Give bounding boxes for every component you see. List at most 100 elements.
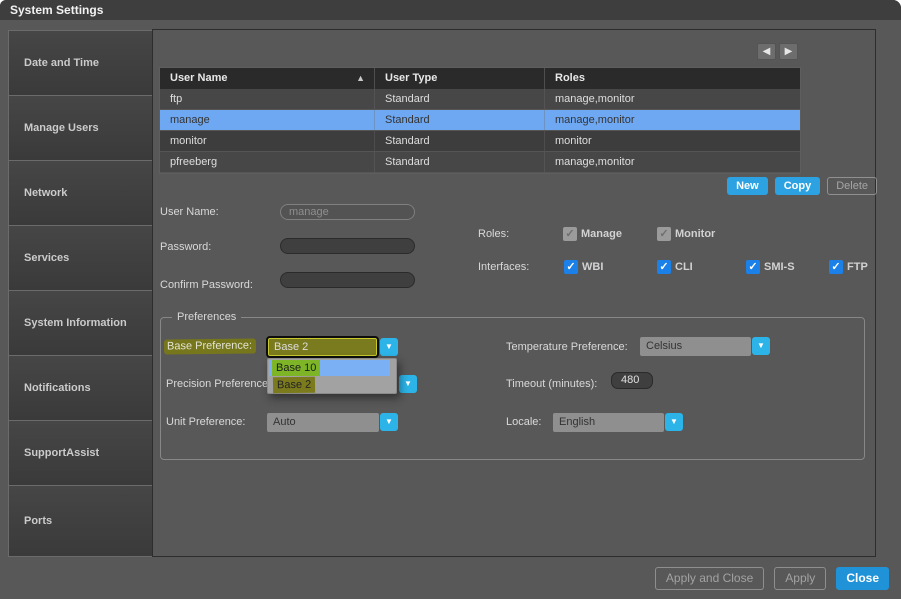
cli-checkbox-label: CLI (675, 261, 693, 273)
user-name-field (280, 204, 415, 220)
monitor-checkbox-label: Monitor (675, 228, 715, 240)
combobox-value: Base 2 (274, 341, 308, 353)
dialog-title: System Settings (10, 3, 103, 17)
dialog-footer: Apply and Close Apply Close (560, 567, 889, 590)
password-field[interactable] (280, 238, 415, 254)
table-row-pfreeberg[interactable]: pfreeberg Standard manage,monitor (160, 152, 800, 173)
preferences-legend: Preferences (172, 311, 241, 323)
screen: System Settings Date and Time Manage Use… (0, 0, 901, 599)
right-arrow-icon: ▶ (785, 46, 793, 57)
manage-checkbox-label: Manage (581, 228, 622, 240)
unit-preference-combobox[interactable]: Auto (267, 413, 379, 432)
table-row-ftp[interactable]: ftp Standard manage,monitor (160, 89, 800, 110)
copy-button[interactable]: Copy (775, 177, 821, 195)
timeout-label: Timeout (minutes): (506, 378, 597, 390)
system-settings-dialog: System Settings Date and Time Manage Use… (0, 0, 901, 599)
sidebar-item-label: Date and Time (24, 57, 99, 69)
confirm-password-field[interactable] (280, 272, 415, 288)
wbi-checkbox-label: WBI (582, 261, 603, 273)
delete-button: Delete (827, 177, 877, 195)
combobox-value: Auto (273, 416, 296, 428)
table-row-manage-selected[interactable]: manage Standard manage,monitor (160, 110, 800, 131)
check-icon: ✓ (565, 228, 574, 240)
combobox-value: English (559, 416, 595, 428)
column-header-user-name[interactable]: User Name ▲ (160, 68, 375, 89)
smi-s-checkbox[interactable]: ✓ (746, 260, 760, 274)
sidebar-item-supportassist[interactable]: SupportAssist (8, 420, 153, 486)
sidebar-item-label: Ports (24, 515, 52, 527)
smi-s-checkbox-label: SMI-S (764, 261, 795, 273)
highlighter-annotation: Base 2 (273, 377, 315, 394)
sidebar-item-network[interactable]: Network (8, 160, 153, 226)
cell-user-name: pfreeberg (160, 152, 375, 172)
highlighter-annotation: Base Preference: (164, 339, 256, 355)
sidebar-item-system-information[interactable]: System Information (8, 290, 153, 356)
sidebar-item-label: Notifications (24, 382, 91, 394)
users-table-header: User Name ▲ User Type Roles (160, 68, 800, 89)
check-icon: ✓ (566, 261, 575, 273)
chevron-down-icon: ▼ (757, 341, 765, 350)
locale-label: Locale: (506, 416, 541, 428)
locale-combobox[interactable]: English (553, 413, 664, 432)
users-table: User Name ▲ User Type Roles ftp Standard… (160, 68, 800, 173)
combobox-value: Celsius (646, 340, 682, 352)
check-icon: ✓ (659, 261, 668, 273)
sidebar-item-manage-users[interactable]: Manage Users (8, 95, 153, 161)
cell-user-name: manage (160, 110, 375, 130)
manage-checkbox: ✓ (563, 227, 577, 241)
precision-dropdown-button[interactable]: ▼ (399, 375, 417, 393)
cell-user-type: Standard (375, 89, 545, 109)
cli-checkbox[interactable]: ✓ (657, 260, 671, 274)
interfaces-label: Interfaces: (478, 261, 529, 273)
password-label: Password: (160, 241, 211, 253)
ftp-checkbox[interactable]: ✓ (829, 260, 843, 274)
chevron-down-icon: ▼ (404, 379, 412, 388)
column-header-label: User Type (385, 72, 437, 84)
cell-roles: manage,monitor (545, 89, 800, 109)
new-button[interactable]: New (727, 177, 768, 195)
sidebar-item-label: Manage Users (24, 122, 99, 134)
cell-roles: manage,monitor (545, 152, 800, 172)
highlighter-annotation: Base 10 (272, 360, 320, 376)
confirm-password-label: Confirm Password: (160, 279, 253, 291)
temperature-dropdown-button[interactable]: ▼ (752, 337, 770, 355)
dropdown-option-base-10[interactable]: Base 10 (269, 360, 390, 376)
close-button[interactable]: Close (836, 567, 889, 590)
unit-dropdown-button[interactable]: ▼ (380, 413, 398, 431)
sidebar-item-ports[interactable]: Ports (8, 485, 153, 557)
user-actions-toolbar: New Copy Delete (620, 177, 877, 195)
cell-user-type: Standard (375, 152, 545, 172)
check-icon: ✓ (659, 228, 668, 240)
sidebar-item-notifications[interactable]: Notifications (8, 355, 153, 421)
user-name-label: User Name: (160, 206, 219, 218)
apply-and-close-button: Apply and Close (655, 567, 764, 590)
column-header-roles[interactable]: Roles (545, 68, 800, 89)
cell-user-name: ftp (160, 89, 375, 109)
column-header-user-type[interactable]: User Type (375, 68, 545, 89)
chevron-down-icon: ▼ (670, 417, 678, 426)
previous-user-button[interactable]: ◀ (757, 43, 776, 60)
base-preference-combobox[interactable]: Base 2 (266, 336, 379, 358)
sidebar-item-services[interactable]: Services (8, 225, 153, 291)
check-icon: ✓ (831, 261, 840, 273)
sidebar-item-date-and-time[interactable]: Date and Time (8, 30, 153, 96)
locale-dropdown-button[interactable]: ▼ (665, 413, 683, 431)
ftp-checkbox-label: FTP (847, 261, 868, 273)
monitor-checkbox: ✓ (657, 227, 671, 241)
timeout-field[interactable]: 480 (611, 372, 653, 389)
precision-preference-label: Precision Preference: (166, 378, 271, 390)
temperature-preference-combobox[interactable]: Celsius (640, 337, 751, 356)
base-preference-label: Base Preference: (164, 339, 256, 354)
cell-roles: monitor (545, 131, 800, 151)
dropdown-option-base-2[interactable]: Base 2 (269, 377, 315, 393)
column-header-label: Roles (555, 72, 585, 84)
apply-button: Apply (774, 567, 826, 590)
wbi-checkbox[interactable]: ✓ (564, 260, 578, 274)
dialog-title-bar: System Settings (0, 0, 901, 20)
base-preference-dropdown-button[interactable]: ▼ (380, 338, 398, 356)
table-row-monitor[interactable]: monitor Standard monitor (160, 131, 800, 152)
next-user-button[interactable]: ▶ (779, 43, 798, 60)
cell-user-type: Standard (375, 131, 545, 151)
sort-ascending-icon: ▲ (356, 68, 365, 89)
sidebar-item-label: Network (24, 187, 67, 199)
